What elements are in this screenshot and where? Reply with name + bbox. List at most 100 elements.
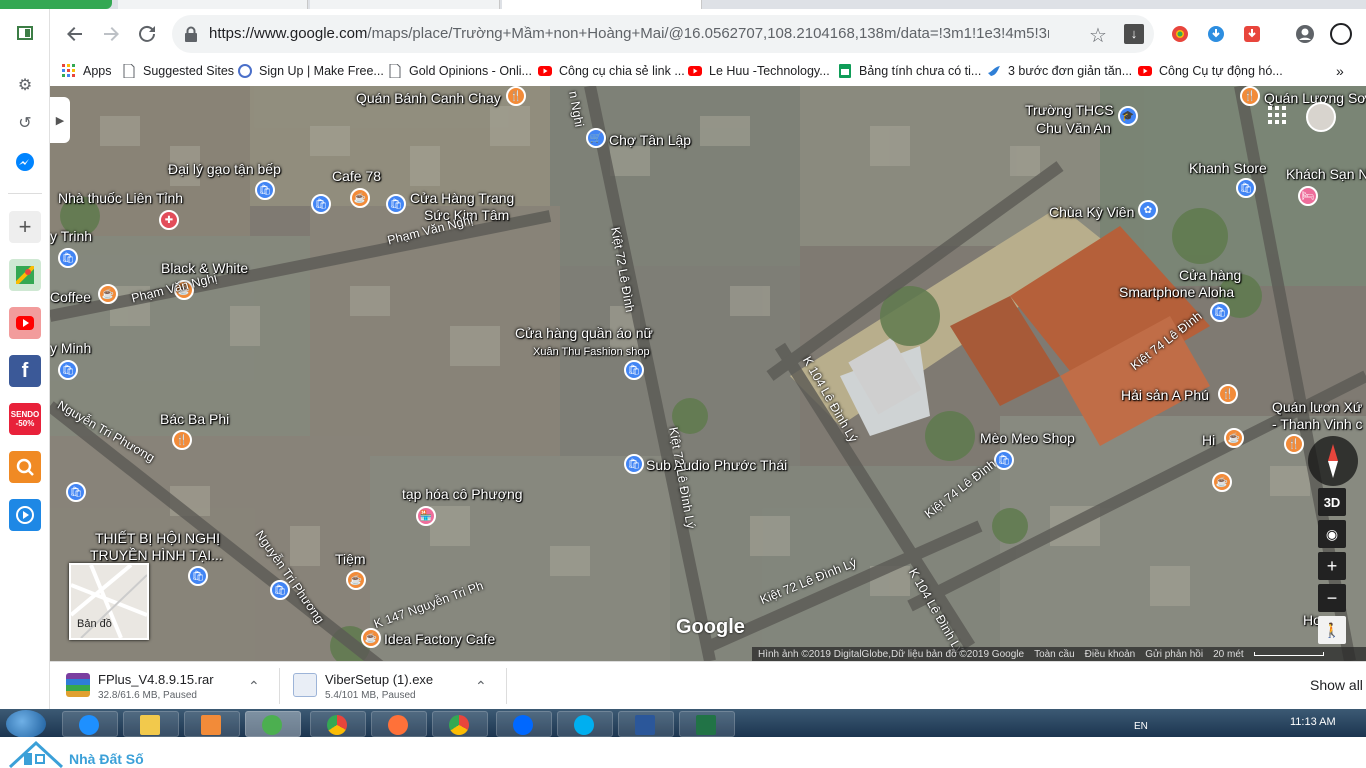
place-label[interactable]: Idea Factory Cafe (384, 631, 495, 647)
bookmark-cong-cu-chia-se[interactable]: Công cụ chia sẻ link ... (538, 62, 685, 80)
place-label[interactable]: y Minh (50, 340, 91, 356)
place-label[interactable]: Sub Audio Phước Thái (646, 457, 787, 473)
zoom-in-button[interactable]: + (1318, 552, 1346, 580)
bookmark-apps[interactable]: Apps (62, 62, 112, 80)
address-bar[interactable]: https://www.google.com/maps/place/Trường… (172, 15, 1154, 53)
messenger-icon[interactable] (9, 147, 41, 179)
store-pin-icon[interactable]: 🏪 (416, 506, 436, 526)
zoom-out-button[interactable]: − (1318, 584, 1346, 612)
cafe-pin-icon[interactable]: ☕ (361, 628, 381, 648)
place-label[interactable]: Smartphone Aloha (1119, 284, 1234, 300)
satellite-map[interactable]: Quán Bánh Canh Chay 🍴 🛒 Chợ Tân Lập Trườ… (50, 86, 1366, 661)
restaurant-pin-icon[interactable]: 🍴 (1218, 384, 1238, 404)
cafe-pin-icon[interactable]: ☕ (346, 570, 366, 590)
bookmarks-overflow-icon[interactable]: » (1336, 62, 1344, 80)
download-item[interactable]: ViberSetup (1).exe 5.4/101 MB, Paused ⌃ (277, 668, 502, 704)
bookmark-bang-tinh[interactable]: Bảng tính chưa có ti... (838, 62, 981, 80)
taskbar-word[interactable] (618, 711, 674, 737)
menu-circle-icon[interactable] (1327, 20, 1355, 48)
media-player-icon[interactable] (9, 499, 41, 531)
extension-download-icon[interactable] (1202, 20, 1230, 48)
shop-pin-icon[interactable]: 🛍 (624, 360, 644, 380)
3d-button[interactable]: 3D (1318, 488, 1346, 516)
shop-pin-icon[interactable]: 🛍 (1210, 302, 1230, 322)
taskbar-media[interactable] (184, 711, 240, 737)
place-label[interactable]: Cửa Hàng Trang (410, 190, 514, 206)
cafe-pin-icon[interactable]: ☕ (350, 188, 370, 208)
shop-pin-icon[interactable]: 🛍 (255, 180, 275, 200)
sidebar-toggle-icon[interactable] (9, 17, 41, 49)
place-label[interactable]: Khanh Store (1189, 160, 1267, 176)
reload-icon[interactable] (133, 20, 161, 48)
avatar[interactable] (1306, 102, 1336, 132)
place-label[interactable]: - Thanh Vinh c (1272, 416, 1363, 432)
bookmark-3-buoc[interactable]: 3 bước đơn giản tăn... (987, 62, 1132, 80)
taskbar-ie[interactable] (62, 711, 118, 737)
back-icon[interactable] (61, 20, 89, 48)
shop-pin-icon[interactable]: 🛍 (311, 194, 331, 214)
hotel-pin-icon[interactable]: 🛏 (1298, 186, 1318, 206)
download-icon[interactable]: ↓ (1124, 24, 1144, 44)
taskbar-explorer[interactable] (123, 711, 179, 737)
clock[interactable]: 11:13 AM (1290, 716, 1336, 728)
shop-pin-icon[interactable]: 🛍 (1236, 178, 1256, 198)
taskbar-excel[interactable] (679, 711, 735, 737)
gear-icon[interactable]: ⚙ (9, 69, 41, 101)
place-label[interactable]: THIẾT BỊ HỘI NGHỊ (95, 530, 220, 546)
place-label[interactable]: TRUYỀN HÌNH TẠI... (90, 547, 223, 563)
bookmark-sign-up[interactable]: Sign Up | Make Free... (238, 62, 384, 80)
taskbar-skype[interactable] (557, 711, 613, 737)
restaurant-pin-icon[interactable]: 🍴 (172, 430, 192, 450)
pharmacy-pin-icon[interactable]: ✚ (159, 210, 179, 230)
place-label[interactable]: Cửa hàng quần áo nữ (515, 325, 653, 341)
search-icon[interactable] (9, 451, 41, 483)
bookmark-gold-opinions[interactable]: Gold Opinions - Onli... (388, 62, 532, 80)
feedback-link[interactable]: Gửi phản hồi (1145, 649, 1203, 660)
bookmark-cong-cu-tu-dong[interactable]: Công Cụ tự động hó... (1138, 62, 1283, 80)
forward-icon[interactable] (97, 20, 125, 48)
download-item[interactable]: FPlus_V4.8.9.15.rar 32.8/61.6 MB, Paused… (50, 668, 275, 704)
cafe-pin-icon[interactable]: ☕ (1224, 428, 1244, 448)
compass-icon[interactable] (1308, 436, 1358, 486)
place-label[interactable]: Đại lý gạo tận bếp (168, 161, 281, 177)
add-icon[interactable]: + (9, 211, 41, 243)
place-label[interactable]: Chu Văn An (1036, 120, 1111, 136)
tab-active[interactable] (502, 0, 702, 9)
shop-pin-icon[interactable]: 🛍 (58, 360, 78, 380)
taskbar-coccoc[interactable] (245, 711, 301, 737)
place-label[interactable]: Trường THCS (1025, 102, 1114, 118)
sendo-icon[interactable]: SENDO -50% (9, 403, 41, 435)
shop-pin-icon[interactable]: 🛍 (624, 454, 644, 474)
shop-pin-icon[interactable]: 🛍 (386, 194, 406, 214)
place-label[interactable]: Hi (1202, 432, 1215, 448)
show-all-button[interactable]: Show all (1310, 677, 1363, 693)
global-link[interactable]: Toàn cầu (1034, 649, 1075, 660)
place-label[interactable]: Mèo Meo Shop (980, 430, 1075, 446)
restaurant-pin-icon[interactable]: 🍴 (1284, 434, 1304, 454)
taskbar-zalo[interactable] (496, 711, 552, 737)
cafe-pin-icon[interactable]: ☕ (1212, 472, 1232, 492)
place-label[interactable]: Chùa Kỳ Viên (1049, 204, 1134, 220)
place-label[interactable]: Bác Ba Phi (160, 411, 229, 427)
place-label[interactable]: Quán Bánh Canh Chay (356, 90, 501, 106)
my-location-icon[interactable]: ◉ (1318, 520, 1346, 548)
map-view-toggle[interactable]: Bản đồ (69, 563, 149, 640)
shop-pin-icon[interactable]: 🛍 (66, 482, 86, 502)
scale-label[interactable]: 20 mét (1213, 649, 1244, 660)
bookmark-suggested-sites[interactable]: Suggested Sites (122, 62, 234, 80)
language-indicator[interactable]: EN (1134, 721, 1148, 732)
bookmark-le-huu[interactable]: Le Huu -Technology... (688, 62, 830, 80)
place-label[interactable]: Khách Sạn N (1286, 166, 1366, 182)
taskbar-chrome-2[interactable] (432, 711, 488, 737)
star-icon[interactable]: ☆ (1089, 23, 1107, 48)
place-label[interactable]: tạp hóa cô Phượng (402, 486, 523, 502)
tab[interactable] (118, 0, 308, 9)
restaurant-pin-icon[interactable]: 🍴 (506, 86, 526, 106)
place-label[interactable]: Nhà thuốc Liên Tỉnh (58, 190, 183, 206)
youtube-icon[interactable] (9, 307, 41, 339)
place-label[interactable]: Hải sản A Phú (1121, 387, 1209, 403)
chevron-up-icon[interactable]: ⌃ (248, 678, 260, 695)
shop-pin-icon[interactable]: 🛍 (58, 248, 78, 268)
place-label[interactable]: Chợ Tân Lập (609, 132, 691, 148)
temple-pin-icon[interactable]: ✿ (1138, 200, 1158, 220)
